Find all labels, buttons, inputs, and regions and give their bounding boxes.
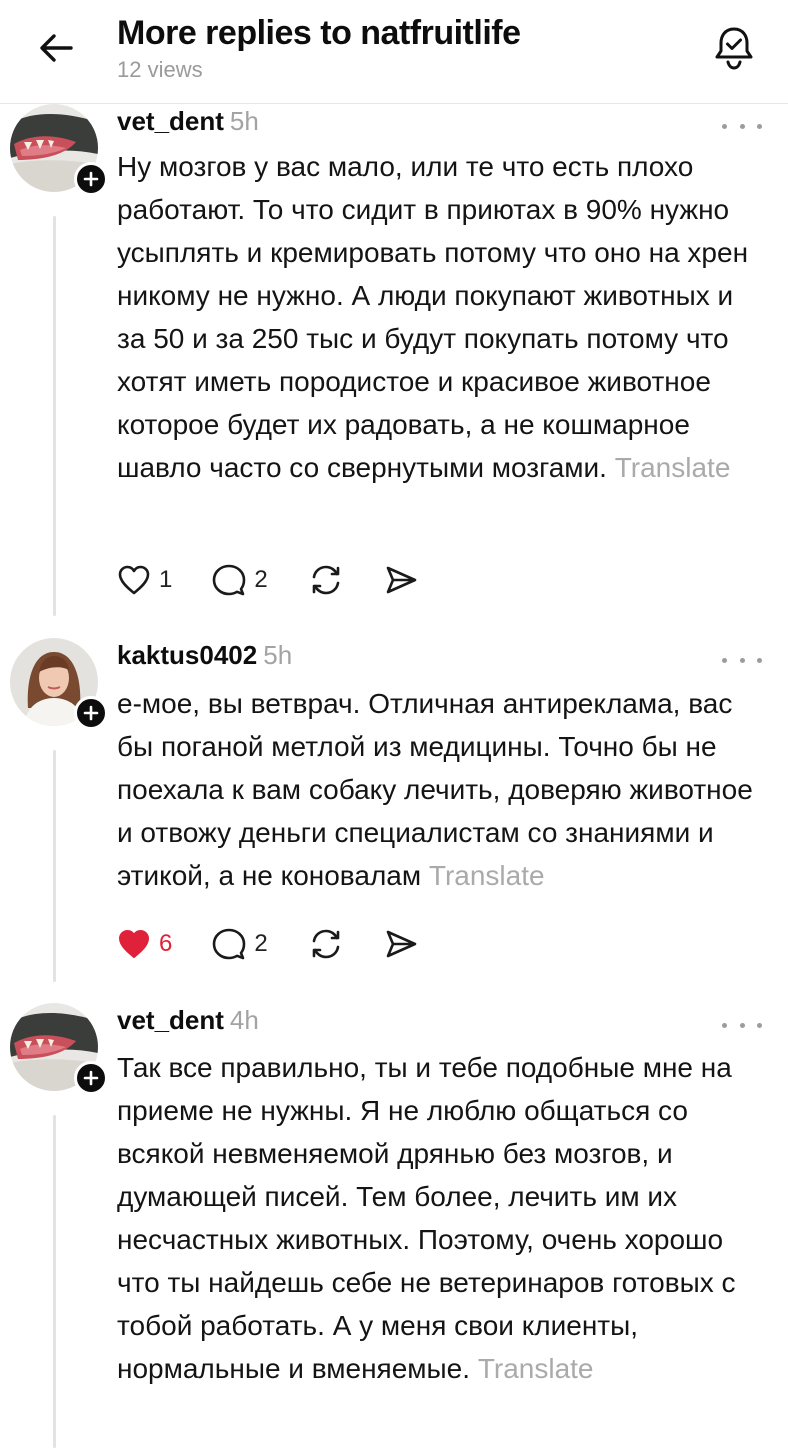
page-title: More replies to natfruitlife xyxy=(117,14,521,52)
more-options-button[interactable] xyxy=(722,116,762,136)
thread-line xyxy=(53,1115,56,1448)
follow-button[interactable] xyxy=(74,162,108,196)
reply-post: kaktus0402 5h е-мое, вы ветврач. Отличная… xyxy=(0,638,788,983)
heart-filled-icon xyxy=(119,930,149,958)
action-bar: 1 2 xyxy=(117,560,458,600)
post-text: Ну мозгов у вас мало, или те что есть пл… xyxy=(117,145,767,489)
back-arrow-icon xyxy=(40,34,73,62)
repost-button[interactable] xyxy=(308,927,344,961)
send-icon xyxy=(386,566,417,594)
translate-link[interactable]: Translate xyxy=(615,452,731,483)
username[interactable]: vet_dent xyxy=(117,1005,224,1035)
heart-icon xyxy=(118,565,150,595)
more-options-button[interactable] xyxy=(722,650,762,670)
more-options-button[interactable] xyxy=(722,1015,762,1035)
share-button[interactable] xyxy=(384,564,418,596)
comment-bubble-icon xyxy=(213,928,246,960)
post-header: vet_dent 4h xyxy=(117,1005,259,1039)
thread-line xyxy=(53,216,56,616)
reply-button[interactable]: 2 xyxy=(212,927,268,961)
avatar-container[interactable] xyxy=(10,1003,108,1095)
notification-bell-check-icon xyxy=(715,27,753,70)
post-body: Ну мозгов у вас мало, или те что есть пл… xyxy=(117,151,749,483)
top-bar: More replies to natfruitlife 12 views xyxy=(0,0,788,104)
more-dot xyxy=(722,657,727,663)
more-dot xyxy=(757,1022,762,1028)
reply-post: vet_dent 5h Ну мозгов у вас мало, или те … xyxy=(0,104,788,624)
timestamp: 4h xyxy=(229,1005,259,1035)
view-count: 12 views xyxy=(117,57,203,82)
follow-button[interactable] xyxy=(74,1061,108,1095)
more-dot xyxy=(757,657,762,663)
post-header: vet_dent 5h xyxy=(117,106,259,140)
post-header: kaktus0402 5h xyxy=(117,640,292,674)
plus-icon xyxy=(83,705,99,721)
like-button[interactable]: 1 xyxy=(117,564,172,596)
share-button[interactable] xyxy=(384,928,418,960)
post-body: Так все правильно, ты и тебе подобные мн… xyxy=(117,1052,736,1384)
reply-post: vet_dent 4h Так все правильно, ты и тебе … xyxy=(0,1003,788,1448)
avatar-container[interactable] xyxy=(10,638,108,730)
like-button[interactable]: 6 xyxy=(117,928,172,960)
follow-button[interactable] xyxy=(74,696,108,730)
plus-icon xyxy=(83,171,99,187)
notification-button[interactable] xyxy=(708,22,760,74)
post-text: Так все правильно, ты и тебе подобные мн… xyxy=(117,1046,767,1390)
repost-button[interactable] xyxy=(308,563,344,597)
more-dot xyxy=(757,123,762,129)
comment-bubble-icon xyxy=(213,564,246,596)
reply-count: 2 xyxy=(254,930,268,957)
send-icon xyxy=(386,930,417,958)
username[interactable]: vet_dent xyxy=(117,106,224,136)
more-dot xyxy=(739,1022,745,1028)
like-count: 6 xyxy=(159,930,173,957)
thread-line xyxy=(53,750,56,982)
action-bar: 6 2 xyxy=(117,924,458,964)
avatar-container[interactable] xyxy=(10,104,108,196)
back-button[interactable] xyxy=(34,26,78,70)
post-text: е-мое, вы ветврач. Отличная антиреклама,… xyxy=(117,682,767,897)
reply-button[interactable]: 2 xyxy=(212,563,268,597)
reply-count: 2 xyxy=(254,566,268,593)
more-dot xyxy=(722,1022,727,1028)
repost-icon xyxy=(312,929,340,959)
more-dot xyxy=(722,123,727,129)
timestamp: 5h xyxy=(263,640,293,670)
more-dot xyxy=(739,657,745,663)
like-count: 1 xyxy=(159,566,173,593)
translate-link[interactable]: Translate xyxy=(478,1353,594,1384)
repost-icon xyxy=(312,565,340,595)
translate-link[interactable]: Translate xyxy=(429,860,545,891)
username[interactable]: kaktus0402 xyxy=(117,640,257,670)
plus-icon xyxy=(83,1070,99,1086)
timestamp: 5h xyxy=(229,106,259,136)
more-dot xyxy=(739,123,745,129)
